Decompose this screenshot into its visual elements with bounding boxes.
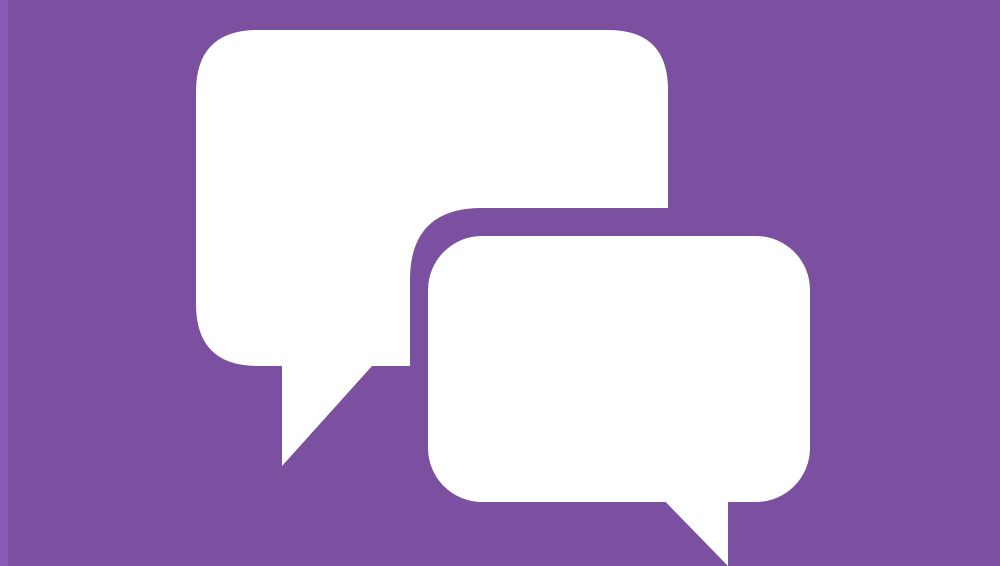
- front-speech-bubble-icon: [428, 236, 810, 566]
- front-bubble-body: [428, 236, 810, 502]
- chat-app-tile[interactable]: [0, 0, 1000, 566]
- chat-bubbles-icon: [0, 0, 1000, 566]
- front-bubble-tail: [652, 488, 728, 566]
